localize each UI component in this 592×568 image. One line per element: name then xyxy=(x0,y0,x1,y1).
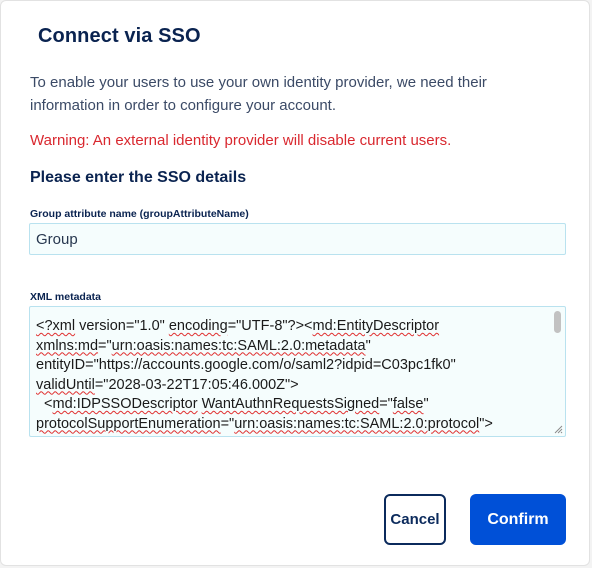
dialog-title: Connect via SSO xyxy=(38,25,201,47)
xml-segment: protocolSupportEnumeration xyxy=(36,415,221,432)
resize-grip-icon[interactable] xyxy=(553,424,563,434)
xml-segment: md:IDPSSODescriptor xyxy=(52,396,198,412)
xml-segment: urn:oasis:names:tc:SAML:2.0:protocol xyxy=(234,415,480,432)
xml-line: protocolSupportEnumeration="urn:oasis:na… xyxy=(36,415,493,432)
xml-segment: <?xml xyxy=(36,318,76,334)
xml-scrollbar-thumb[interactable] xyxy=(554,311,561,333)
xml-line: validUntil="2028-03-22T17:05:46.000Z"> xyxy=(36,376,299,393)
confirm-button[interactable]: Confirm xyxy=(470,494,566,545)
xml-line: <md:IDPSSODescriptor WantAuthnRequestsSi… xyxy=(36,396,429,412)
xml-line: xmlns:md="urn:oasis:names:tc:SAML:2.0:me… xyxy=(36,337,371,354)
group-attribute-input[interactable] xyxy=(29,223,566,255)
warning-text: Warning: An external identity provider w… xyxy=(30,132,452,149)
xml-segment: validUntil xyxy=(36,376,95,393)
xml-segment: md:EntityDescriptor xyxy=(312,318,440,334)
group-attribute-label: Group attribute name (groupAttributeName… xyxy=(30,208,249,220)
cancel-button[interactable]: Cancel xyxy=(384,494,446,545)
intro-text: To enable your users to use your own ide… xyxy=(30,74,487,114)
xml-line: <?xml version="1.0" encoding="UTF-8"?><m… xyxy=(36,318,440,334)
xml-segment: false xyxy=(392,396,424,412)
xml-scrollbar[interactable] xyxy=(551,307,565,436)
xml-segment: urn:oasis:names:tc:SAML:2.0:metadata xyxy=(111,337,366,354)
section-title: Please enter the SSO details xyxy=(30,169,247,186)
xml-segment: encoding xyxy=(168,318,228,334)
xml-segment: WantAuthnRequestsSigned xyxy=(201,396,380,412)
xml-segment: xmlns:md xyxy=(36,337,99,354)
sso-dialog: Connect via SSO To enable your users to … xyxy=(0,0,590,566)
xml-line: entityID="https://accounts.google.com/o/… xyxy=(36,357,456,373)
xml-metadata-label: XML metadata xyxy=(30,291,101,303)
xml-metadata-content: <?xml version="1.0" encoding="UTF-8"?><m… xyxy=(30,307,550,434)
xml-metadata-textarea[interactable]: <?xml version="1.0" encoding="UTF-8"?><m… xyxy=(29,306,566,437)
